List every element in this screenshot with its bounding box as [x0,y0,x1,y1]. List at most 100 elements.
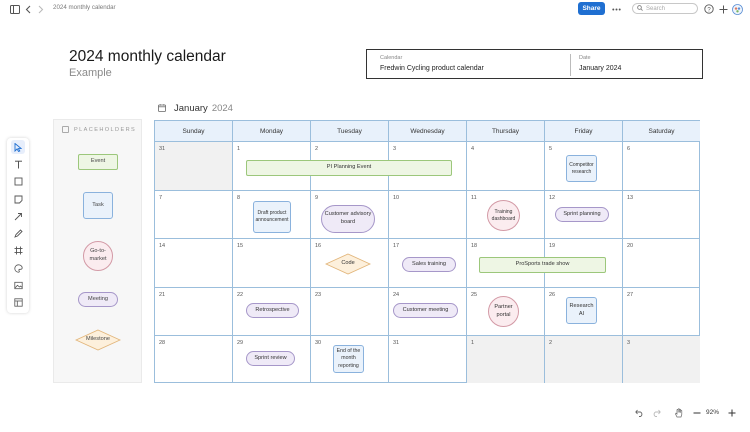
day-number: 13 [627,195,634,201]
template-tool-icon[interactable] [11,295,25,309]
search-icon [637,4,643,13]
pen-tool-icon[interactable] [11,226,25,240]
task-end-of-month-reporting[interactable]: End of the month reporting [333,345,364,373]
divider [570,54,571,76]
redo-icon[interactable] [650,407,662,419]
forward-icon[interactable] [35,3,47,15]
weekday-header: Wednesday [389,121,467,142]
search-input[interactable]: Search [632,3,698,14]
hand-tool-icon[interactable] [673,407,685,419]
day-number: 12 [549,195,556,201]
top-bar: 2024 monthly calendar Share Search ? [0,0,750,18]
placeholders-title: PLACEHOLDERS [74,126,137,133]
month-name: January [174,102,208,114]
arrow-tool-icon[interactable] [11,209,25,223]
meeting-retrospective[interactable]: Retrospective [246,303,299,318]
weekday-header: Tuesday [311,121,389,142]
date-field[interactable]: Date January 2024 [579,55,621,72]
day-cell[interactable]: 2 [545,336,623,383]
day-cell[interactable]: 31 [389,336,467,383]
event-pi-planning[interactable]: PI Planning Event [246,160,452,176]
placeholder-meeting[interactable]: Meeting [78,292,118,307]
day-cell[interactable]: 31 [155,142,233,191]
event-prosports-trade-show[interactable]: ProSports trade show [479,257,606,273]
day-number: 6 [627,146,631,152]
day-number: 19 [549,243,556,249]
image-tool-icon[interactable] [11,278,25,292]
meeting-sprint-planning[interactable]: Sprint planning [555,207,609,222]
meeting-customer-meeting[interactable]: Customer meeting [393,303,458,318]
day-number: 31 [393,340,400,346]
calendar-icon [158,99,166,117]
day-number: 1 [471,340,475,346]
search-placeholder: Search [646,5,666,12]
zoom-in-icon[interactable] [726,407,738,419]
day-number: 26 [549,292,556,298]
weekday-header: Sunday [155,121,233,142]
weekday-header: Saturday [623,121,700,142]
meeting-sales-training[interactable]: Sales training [402,257,456,272]
frame-tool-icon[interactable] [11,243,25,257]
avatar[interactable] [731,3,743,15]
meeting-sprint-review[interactable]: Sprint review [246,351,295,366]
day-cell[interactable]: 28 [155,336,233,383]
zoom-level: 92% [706,409,720,416]
sticky-note-tool-icon[interactable] [11,192,25,206]
text-tool-icon[interactable] [11,157,25,171]
zoom-out-icon[interactable] [691,407,703,419]
day-cell[interactable]: 21 [155,288,233,336]
day-cell[interactable]: 13 [623,191,700,239]
help-icon[interactable]: ? [703,3,715,15]
day-cell[interactable]: 10 [389,191,467,239]
palette-icon[interactable] [11,261,25,275]
task-draft-announcement[interactable]: Draft product announcement [253,201,291,233]
day-number: 2 [315,146,319,152]
day-cell[interactable]: 4 [467,142,545,191]
task-competitor-research[interactable]: Competitor research [566,155,597,182]
day-cell[interactable]: 1 [467,336,545,383]
weekday-header: Friday [545,121,623,142]
calendar-field[interactable]: Calendar Fredwin Cycling product calenda… [380,55,484,72]
placeholder-task[interactable]: Task [83,192,113,219]
back-icon[interactable] [22,3,34,15]
share-button[interactable]: Share [578,2,605,15]
app-root: 2024 monthly calendar Share Search ? 202… [0,0,750,432]
day-number: 3 [393,146,397,152]
rectangle-tool-icon[interactable] [11,174,25,188]
month-year: 2024 [211,102,233,114]
day-number: 15 [237,243,244,249]
day-number: 28 [159,340,166,346]
day-cell[interactable]: 15 [233,239,311,288]
placeholder-event[interactable]: Event [78,154,118,170]
day-cell[interactable]: 3 [623,336,700,383]
day-number: 24 [393,292,400,298]
gtm-partner-portal[interactable]: Partner portal [488,296,519,327]
day-cell[interactable]: 20 [623,239,700,288]
milestone-code[interactable]: Code [325,253,371,275]
day-number: 1 [237,146,241,152]
day-cell[interactable]: 27 [623,288,700,336]
day-number: 9 [315,195,319,201]
date-field-label: Date [579,55,591,61]
day-number: 17 [393,243,400,249]
day-cell[interactable]: 23 [311,288,389,336]
sidebar-toggle-icon[interactable] [9,3,21,15]
page-subtitle: Example [69,67,112,79]
day-number: 31 [159,146,166,152]
select-tool-icon[interactable] [11,140,25,154]
add-icon[interactable] [717,3,729,15]
gtm-training-dashboard[interactable]: Training dashboard [487,200,520,231]
day-cell[interactable]: 6 [623,142,700,191]
day-number: 27 [627,292,634,298]
task-research-ai[interactable]: Research AI [566,297,597,324]
calendar-info-box[interactable]: Calendar Fredwin Cycling product calenda… [366,49,703,79]
day-cell[interactable]: 7 [155,191,233,239]
placeholder-go-to-market[interactable]: Go-to-market [83,241,113,271]
day-cell[interactable]: 14 [155,239,233,288]
calendar-grid: Sunday Monday Tuesday Wednesday Thursday… [154,120,700,383]
undo-icon[interactable] [633,407,645,419]
meeting-customer-advisory[interactable]: Customer advisory board [321,205,375,233]
more-options-icon[interactable] [610,3,622,15]
placeholders-icon [62,126,69,133]
placeholder-milestone[interactable]: Milestone [75,329,121,351]
